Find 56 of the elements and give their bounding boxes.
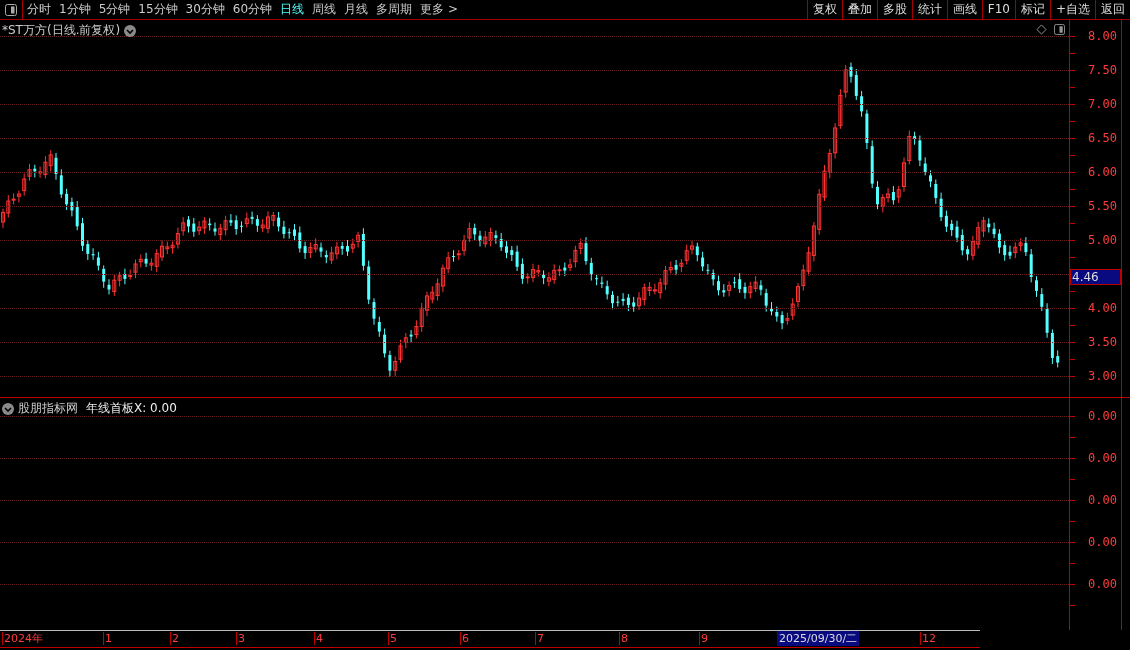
toolbar-button[interactable]: 多股 [876,0,912,19]
chart-title: *ST万方(日线.前复权) [2,22,121,39]
diamond-icon[interactable] [1036,24,1047,35]
time-axis-label: 2024年 [2,632,43,645]
current-price-label: 4.46 [1070,268,1121,285]
toolbar-button[interactable]: 统计 [911,0,947,19]
period-tab[interactable]: 更多 > [416,0,462,19]
price-tick-label: 3.00 [1088,369,1117,383]
period-tab[interactable]: 周线 [308,0,341,19]
panel-toggle-icon[interactable] [1054,24,1065,35]
period-tab[interactable]: 日线 [276,0,309,19]
toolbar-button[interactable]: 叠加 [841,0,877,19]
period-tab[interactable]: 月线 [340,0,373,19]
period-tab[interactable]: 多周期 [372,0,417,19]
dropdown-icon[interactable] [124,24,137,37]
time-axis-label: 6 [460,632,469,645]
toolbar-button[interactable]: 画线 [946,0,982,19]
indicator-tick-label: 0.00 [1088,451,1117,465]
price-tick-label: 7.50 [1088,63,1117,77]
price-tick-label: 3.50 [1088,335,1117,349]
toolbar-button[interactable]: 标记 [1014,0,1050,19]
toolbar-button[interactable]: 复权 [806,0,842,19]
time-axis-label: 4 [314,632,323,645]
indicator-tick-label: 0.00 [1088,535,1117,549]
price-tick-label: 7.00 [1088,97,1117,111]
period-tab[interactable]: 30分钟 [181,0,229,19]
toolbar-button[interactable]: F10 [981,0,1015,19]
period-tab[interactable]: 1分钟 [55,0,95,19]
time-axis-label: 7 [535,632,544,645]
time-axis-label: 2 [170,632,179,645]
price-tick-label: 8.00 [1088,29,1117,43]
time-axis-label: 1 [103,632,112,645]
cursor-date-label: 2025/09/30/二 [777,631,860,646]
toolbar-button[interactable]: 返回 [1095,0,1130,19]
panel-toggle-icon[interactable] [5,3,17,16]
indicator-tick-label: 0.00 [1088,493,1117,507]
period-tab[interactable]: 15分钟 [134,0,182,19]
indicator-tick-label: 0.00 [1088,577,1117,591]
time-axis-label: 9 [699,632,708,645]
toolbar-button[interactable]: +自选 [1049,0,1095,19]
price-tick-label: 5.50 [1088,199,1117,213]
time-axis-label: 3 [236,632,245,645]
period-tab[interactable]: 5分钟 [94,0,135,19]
period-tab[interactable]: 60分钟 [228,0,277,19]
price-tick-label: 5.00 [1088,233,1117,247]
indicator-tick-label: 0.00 [1088,409,1117,423]
time-axis-label: 8 [619,632,628,645]
indicator-value: 年线首板X: 0.00 [86,400,177,417]
time-axis-label: 12 [920,632,936,645]
price-tick-label: 6.00 [1088,165,1117,179]
dropdown-icon[interactable] [2,402,14,415]
price-tick-label: 4.00 [1088,301,1117,315]
price-tick-label: 6.50 [1088,131,1117,145]
period-tab[interactable]: 分时 [23,0,55,19]
indicator-source: 股朋指标网 [18,400,78,417]
time-axis-label: 5 [388,632,397,645]
